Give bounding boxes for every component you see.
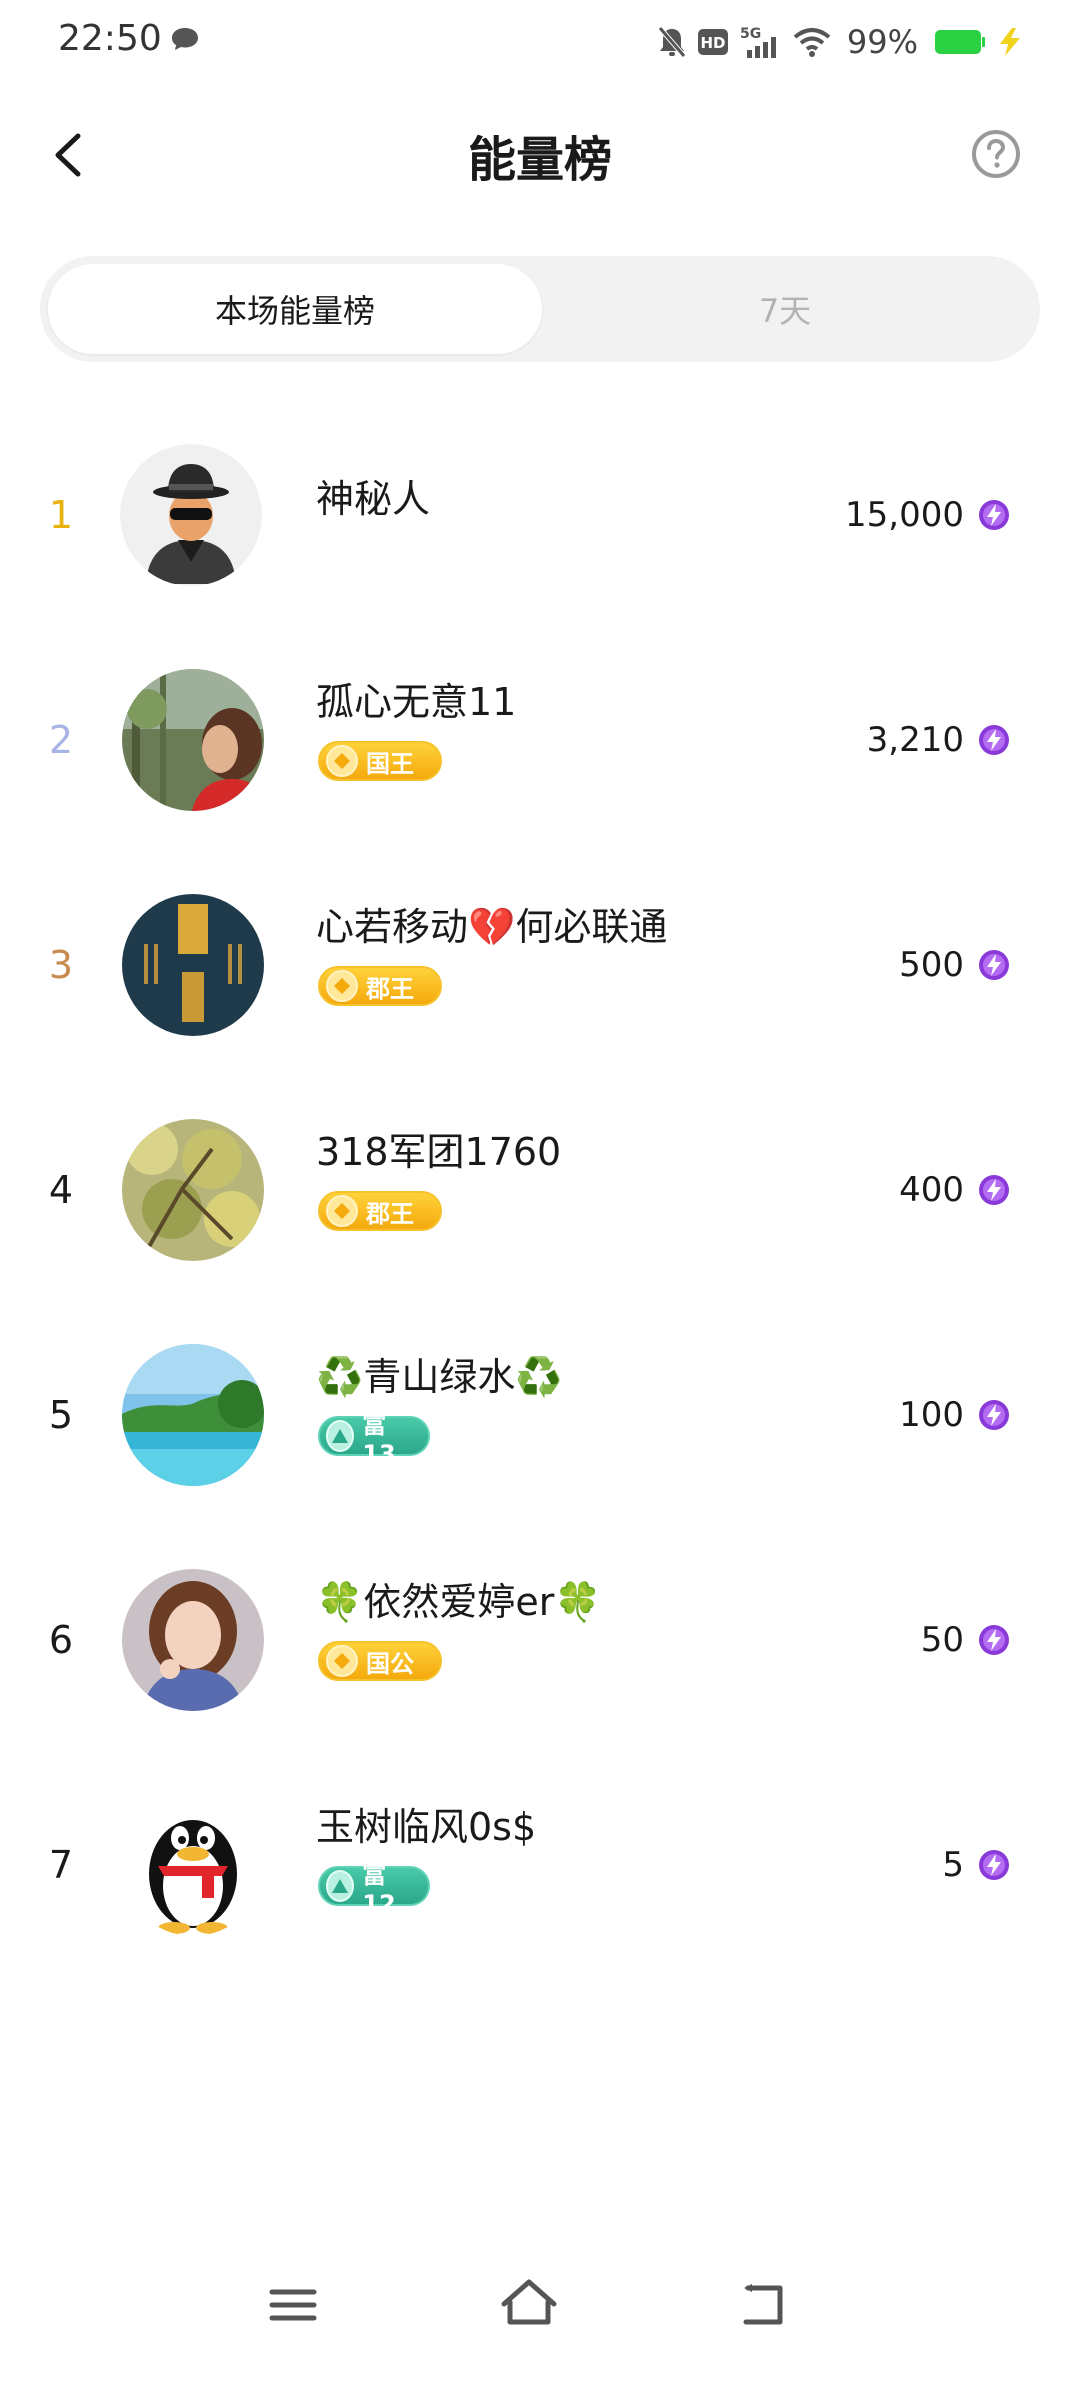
header: 能量榜 — [0, 100, 1080, 210]
rank-badge: 郡王 — [318, 964, 442, 1008]
tab-switcher: 本场能量榜 7天 — [40, 256, 1040, 362]
purple-lightning-icon — [979, 1400, 1009, 1430]
diamond-icon — [326, 970, 358, 1002]
rank-number: 7 — [48, 1843, 74, 1887]
user-name: 孤心无意11 — [316, 680, 517, 724]
energy-score-value: 500 — [899, 945, 964, 985]
purple-lightning-icon — [979, 1625, 1009, 1655]
menu-icon[interactable] — [258, 2270, 328, 2340]
battery-icon — [935, 30, 985, 54]
chat-bubble-icon — [172, 28, 198, 50]
back-icon[interactable] — [728, 2270, 798, 2340]
purple-lightning-icon — [979, 1175, 1009, 1205]
badge-pill: 国王 — [318, 741, 442, 781]
home-icon[interactable] — [494, 2270, 564, 2340]
user-name: ♻️青山绿水♻️ — [316, 1355, 563, 1399]
purple-lightning-icon — [979, 725, 1009, 755]
svg-text:5G: 5G — [740, 26, 761, 42]
avatar[interactable] — [122, 894, 264, 1036]
avatar[interactable] — [122, 1119, 264, 1261]
rank-number: 1 — [48, 493, 74, 537]
status-icons: HD 5G 99% — [657, 20, 1024, 64]
leaderboard-row[interactable]: 6 🍀依然爱婷er🍀 国公 50 — [0, 1555, 1080, 1725]
rank-badge: 富13 — [318, 1411, 430, 1468]
energy-score: 50 — [921, 1620, 1010, 1660]
diamond-icon — [326, 1195, 358, 1227]
5g-signal-icon: 5G — [740, 26, 776, 58]
badge-pill: 郡王 — [318, 1191, 442, 1231]
question-circle-icon[interactable] — [970, 128, 1022, 180]
leaderboard-row[interactable]: 5 ♻️青山绿水♻️ 富13 100 — [0, 1330, 1080, 1500]
avatar[interactable] — [122, 669, 264, 811]
user-name: 心若移动💔何必联通 — [316, 905, 668, 949]
energy-score: 5 — [942, 1845, 1010, 1885]
mute-bell-icon — [657, 26, 686, 58]
purple-lightning-icon — [979, 1850, 1009, 1880]
user-name: 🍀依然爱婷er🍀 — [316, 1580, 602, 1624]
energy-score-value: 15,000 — [845, 495, 964, 535]
rank-badge: 富12 — [318, 1861, 430, 1918]
purple-lightning-icon — [979, 500, 1009, 530]
status-time: 22:50 — [58, 18, 162, 59]
user-name: 神秘人 — [316, 477, 431, 521]
badge-pill: 国公 — [318, 1641, 442, 1681]
rank-number: 6 — [48, 1618, 74, 1662]
svg-text:HD: HD — [700, 34, 725, 52]
rank-badge: 国公 — [318, 1639, 442, 1683]
triangle-icon — [326, 1420, 355, 1452]
user-name: 玉树临风0s$ — [316, 1805, 537, 1849]
leaderboard-row[interactable]: 1 神秘人 15,000 — [0, 430, 1080, 600]
energy-score-value: 400 — [899, 1170, 964, 1210]
avatar[interactable] — [120, 444, 262, 586]
avatar[interactable] — [122, 1344, 264, 1486]
badge-label: 国王 — [366, 749, 414, 778]
charging-icon — [1000, 28, 1020, 56]
user-name: 318军团1760 — [316, 1130, 562, 1174]
tab-7-days[interactable]: 7天 — [538, 264, 1032, 354]
energy-score-value: 5 — [942, 1845, 964, 1885]
energy-score: 15,000 — [845, 495, 1010, 535]
rank-badge: 郡王 — [318, 1189, 442, 1233]
page-title: 能量榜 — [467, 132, 612, 188]
energy-score-value: 3,210 — [866, 720, 964, 760]
badge-pill: 富12 — [318, 1861, 430, 1918]
wifi-icon — [793, 28, 831, 57]
rank-number: 3 — [48, 943, 74, 987]
badge-pill: 富13 — [318, 1411, 430, 1468]
badge-label: 富12 — [362, 1860, 396, 1918]
leaderboard-row[interactable]: 4 318军团1760 郡王 400 — [0, 1105, 1080, 1275]
badge-label: 郡王 — [366, 974, 414, 1003]
energy-score-value: 50 — [920, 1620, 964, 1660]
leaderboard-row[interactable]: 3 心若移动💔何必联通 郡王 500 — [0, 880, 1080, 1050]
battery-percent: 99% — [846, 23, 918, 61]
leaderboard-row[interactable]: 7 玉树临风0s$ 富12 5 — [0, 1780, 1080, 1950]
avatar[interactable] — [122, 1794, 264, 1936]
status-bar: 22:50 HD 5G 99% — [0, 0, 1080, 84]
badge-pill: 郡王 — [318, 966, 442, 1006]
system-nav-bar — [0, 2240, 1080, 2408]
hd-icon: HD — [697, 29, 728, 55]
energy-score: 400 — [899, 1170, 1010, 1210]
tab-current-session[interactable]: 本场能量榜 — [48, 264, 542, 354]
energy-score: 100 — [899, 1395, 1010, 1435]
leaderboard-row[interactable]: 2 孤心无意11 国王 3,210 — [0, 655, 1080, 825]
avatar[interactable] — [122, 1569, 264, 1711]
rank-badge: 国王 — [318, 739, 442, 783]
rank-number: 2 — [48, 718, 74, 762]
purple-lightning-icon — [979, 950, 1009, 980]
badge-label: 郡王 — [366, 1199, 414, 1228]
energy-score: 500 — [899, 945, 1010, 985]
triangle-icon — [326, 1870, 355, 1902]
badge-label: 富13 — [362, 1410, 396, 1468]
rank-number: 5 — [48, 1393, 74, 1437]
rank-number: 4 — [48, 1168, 74, 1212]
energy-score: 3,210 — [867, 720, 1010, 760]
energy-score-value: 100 — [899, 1395, 964, 1435]
diamond-icon — [326, 745, 358, 777]
badge-label: 国公 — [366, 1649, 414, 1678]
diamond-icon — [326, 1645, 358, 1677]
